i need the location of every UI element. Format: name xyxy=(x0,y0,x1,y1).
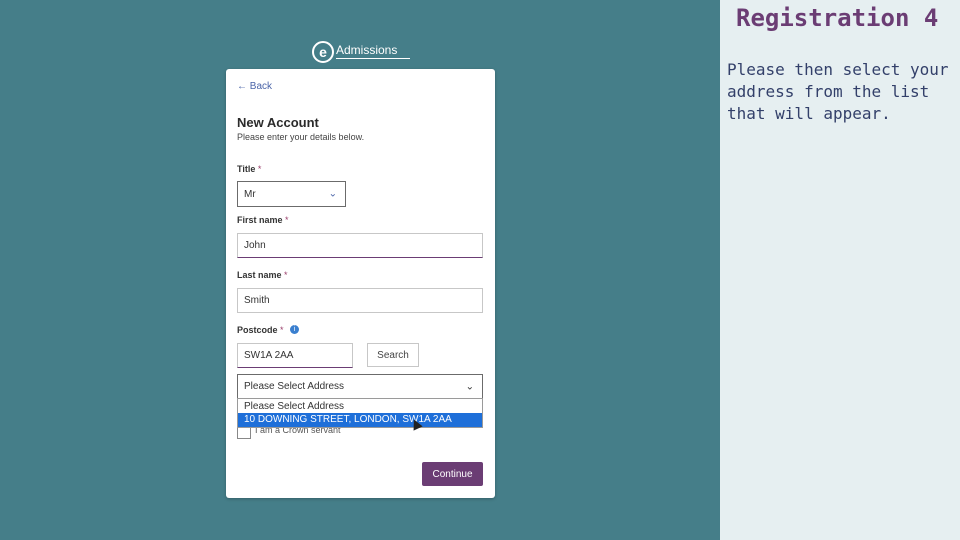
required-mark: * xyxy=(285,215,289,225)
required-mark: * xyxy=(284,270,288,280)
last-name-label: Last name * xyxy=(237,270,288,280)
chevron-down-icon: ⌄ xyxy=(328,188,337,200)
last-name-value: Smith xyxy=(244,295,270,306)
first-name-label-text: First name xyxy=(237,215,283,225)
logo-text: Admissions xyxy=(336,43,398,57)
postcode-label-text: Postcode xyxy=(237,325,278,335)
slide-body-text: Please then select your address from the… xyxy=(727,60,949,123)
form-subtitle: Please enter your details below. xyxy=(237,132,365,142)
back-link[interactable]: ← Back xyxy=(237,81,272,92)
first-name-label: First name * xyxy=(237,215,289,225)
postcode-value: SW1A 2AA xyxy=(244,350,294,361)
address-dropdown-list: Please Select Address 10 DOWNING STREET,… xyxy=(237,398,483,428)
slide-title: Registration 4 xyxy=(736,4,939,32)
registration-form-card: ← Back New Account Please enter your det… xyxy=(226,69,495,498)
required-mark: * xyxy=(280,325,284,335)
chevron-down-icon: ⌄ xyxy=(465,381,474,392)
last-name-label-text: Last name xyxy=(237,270,282,280)
required-mark: * xyxy=(257,164,262,174)
postcode-label: Postcode * xyxy=(237,325,284,335)
address-option[interactable]: Please Select Address xyxy=(238,400,482,414)
postcode-input[interactable]: SW1A 2AA xyxy=(237,343,353,368)
title-label: Title * xyxy=(237,164,261,174)
info-icon[interactable]: i xyxy=(290,325,299,334)
title-label-text: Title xyxy=(237,164,256,174)
logo-underline xyxy=(336,58,410,59)
address-select-value: Please Select Address xyxy=(244,381,345,392)
title-select[interactable]: Mr ⌄ xyxy=(237,181,346,207)
address-option-selected[interactable]: 10 DOWNING STREET, LONDON, SW1A 2AA xyxy=(238,413,482,427)
last-name-input[interactable]: Smith xyxy=(237,288,483,313)
search-button[interactable]: Search xyxy=(367,343,419,367)
address-select[interactable]: Please Select Address ⌄ xyxy=(237,374,483,399)
first-name-input[interactable]: John xyxy=(237,233,483,258)
first-name-value: John xyxy=(244,240,266,251)
logo-e-icon: e xyxy=(312,41,334,63)
continue-button[interactable]: Continue xyxy=(422,462,483,486)
form-title: New Account xyxy=(237,115,319,130)
title-select-value: Mr xyxy=(244,188,256,200)
